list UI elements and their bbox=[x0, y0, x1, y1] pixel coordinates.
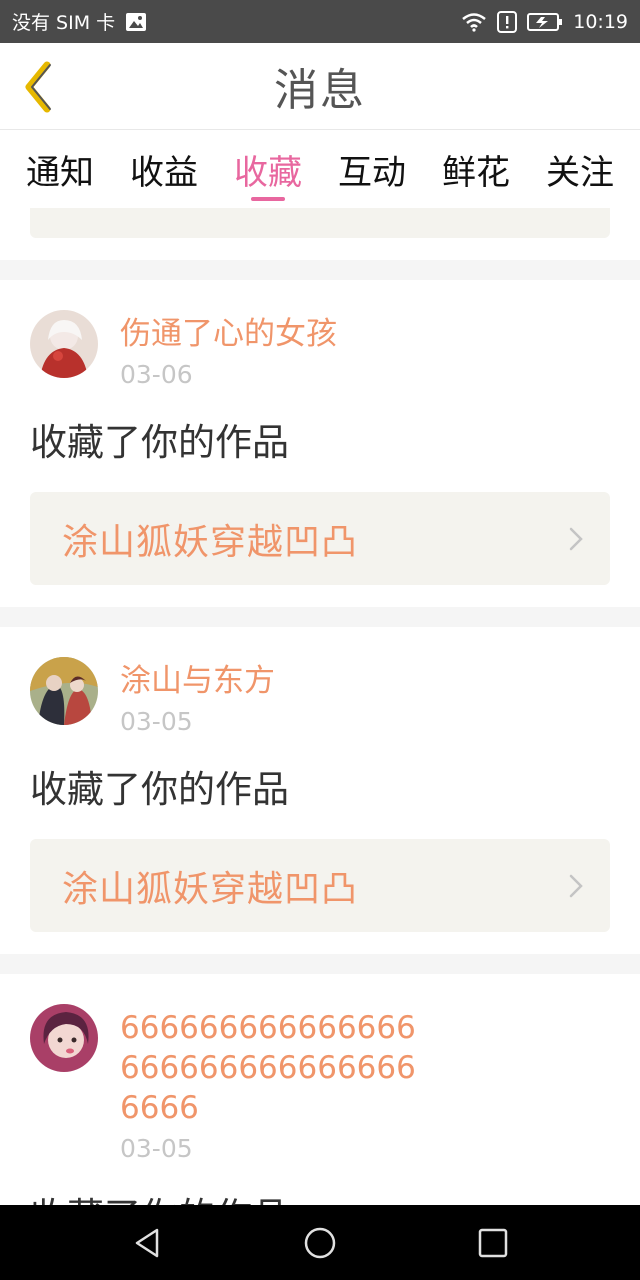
message-card-partial bbox=[0, 208, 640, 260]
message-header: 涂山与东方 03-05 bbox=[30, 627, 610, 737]
system-nav-bar bbox=[0, 1205, 640, 1280]
battery-charging-icon bbox=[527, 12, 563, 32]
status-right: 10:19 bbox=[461, 10, 628, 33]
username[interactable]: 涂山与东方 bbox=[120, 661, 430, 701]
back-button[interactable] bbox=[18, 59, 58, 115]
message-list[interactable]: 伤通了心的女孩 03-06 收藏了你的作品 涂山狐妖穿越凹凸 涂山与东方 03-… bbox=[0, 208, 640, 1205]
message-action: 收藏了你的作品 bbox=[30, 1192, 610, 1205]
avatar[interactable] bbox=[30, 1004, 98, 1072]
tab-follows[interactable]: 关注 bbox=[542, 131, 618, 208]
avatar[interactable] bbox=[30, 657, 98, 725]
work-title: 涂山狐妖穿越凹凸 bbox=[62, 521, 359, 563]
work-link[interactable]: 涂山狐妖穿越凹凸 bbox=[30, 492, 610, 585]
username[interactable]: 6666666666666666666666666666666666 bbox=[120, 1008, 430, 1128]
message-action: 收藏了你的作品 bbox=[30, 421, 289, 464]
tab-favorites[interactable]: 收藏 bbox=[230, 131, 306, 208]
user-info: 6666666666666666666666666666666666 03-05 bbox=[120, 1004, 430, 1164]
user-info: 伤通了心的女孩 03-06 bbox=[120, 310, 430, 390]
chevron-left-icon bbox=[25, 61, 51, 113]
page-title: 消息 bbox=[274, 65, 366, 116]
message-action: 收藏了你的作品 bbox=[30, 768, 289, 811]
clock-text: 10:19 bbox=[573, 10, 628, 33]
circle-home-icon bbox=[304, 1227, 336, 1258]
tab-interactions[interactable]: 互动 bbox=[334, 131, 410, 208]
carrier-text: 没有 SIM 卡 bbox=[12, 12, 116, 34]
message-card: 6666666666666666666666666666666666 03-05… bbox=[0, 974, 640, 1205]
status-left: 没有 SIM 卡 bbox=[12, 8, 147, 35]
alert-icon bbox=[497, 10, 518, 33]
tab-bar: 通知 收益 收藏 互动 鲜花 关注 bbox=[0, 131, 640, 208]
tab-flowers[interactable]: 鲜花 bbox=[438, 131, 514, 208]
message-date: 03-05 bbox=[120, 707, 193, 736]
message-date: 03-05 bbox=[120, 1134, 193, 1163]
app-header: 消息 bbox=[0, 43, 640, 130]
nav-recents-button[interactable] bbox=[453, 1205, 533, 1280]
message-card: 伤通了心的女孩 03-06 收藏了你的作品 涂山狐妖穿越凹凸 bbox=[0, 280, 640, 607]
chevron-right-icon bbox=[569, 874, 583, 897]
message-date: 03-06 bbox=[120, 360, 193, 389]
work-link-partial[interactable] bbox=[30, 208, 610, 238]
status-bar: 没有 SIM 卡 10:19 bbox=[0, 0, 640, 43]
triangle-back-icon bbox=[135, 1228, 158, 1257]
nav-back-button[interactable] bbox=[107, 1205, 187, 1280]
tab-notifications[interactable]: 通知 bbox=[22, 131, 98, 208]
work-link[interactable]: 涂山狐妖穿越凹凸 bbox=[30, 839, 610, 932]
chevron-right-icon bbox=[569, 527, 583, 550]
wifi-icon bbox=[461, 12, 487, 32]
message-header: 伤通了心的女孩 03-06 bbox=[30, 280, 610, 390]
work-title: 涂山狐妖穿越凹凸 bbox=[62, 868, 359, 910]
tab-earnings[interactable]: 收益 bbox=[126, 131, 202, 208]
user-info: 涂山与东方 03-05 bbox=[120, 657, 430, 737]
avatar[interactable] bbox=[30, 310, 98, 378]
message-card: 涂山与东方 03-05 收藏了你的作品 涂山狐妖穿越凹凸 bbox=[0, 627, 640, 954]
image-notification-icon bbox=[125, 12, 147, 32]
username[interactable]: 伤通了心的女孩 bbox=[120, 314, 430, 354]
message-header: 6666666666666666666666666666666666 03-05 bbox=[30, 974, 610, 1164]
square-recents-icon bbox=[479, 1228, 508, 1257]
nav-home-button[interactable] bbox=[280, 1205, 360, 1280]
